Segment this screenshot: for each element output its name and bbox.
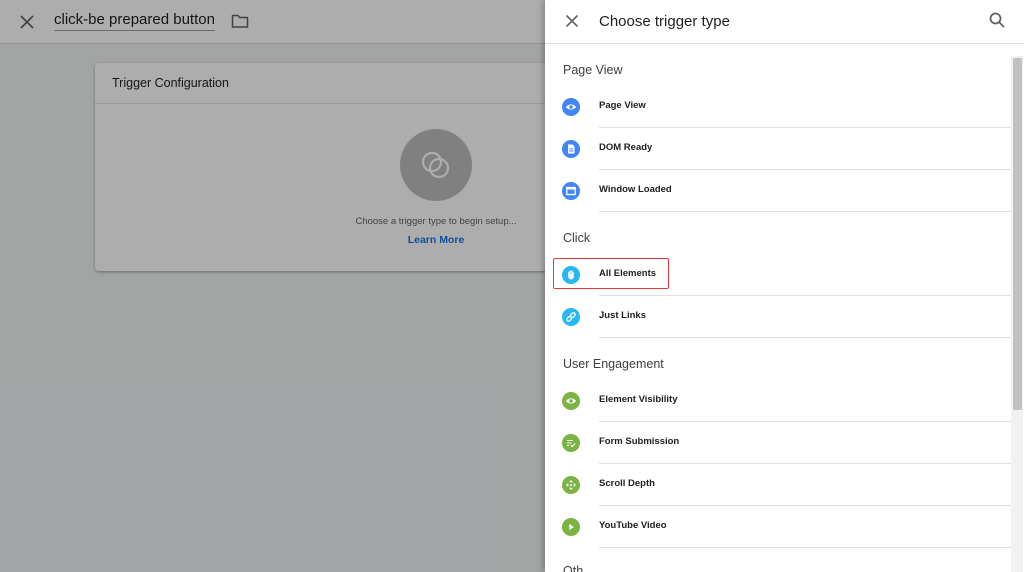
move-arrows-icon	[562, 476, 580, 494]
section-click: Click	[563, 231, 591, 245]
trigger-option-dom-ready[interactable]: DOM Ready	[555, 128, 1011, 170]
search-icon[interactable]	[988, 11, 1006, 29]
eye-icon	[562, 392, 580, 410]
scrollbar-thumb[interactable]	[1013, 58, 1022, 410]
trigger-option-youtube-video[interactable]: YouTube Video	[555, 506, 1011, 548]
trigger-option-form-submission[interactable]: Form Submission	[555, 422, 1011, 464]
trigger-option-just-links[interactable]: Just Links	[555, 296, 1011, 338]
trigger-option-window-loaded[interactable]: Window Loaded	[555, 170, 1011, 212]
form-icon	[562, 434, 580, 452]
trigger-option-element-visibility[interactable]: Element Visibility	[555, 380, 1011, 422]
section-page-view: Page View	[563, 63, 623, 77]
divider	[599, 211, 1011, 212]
trigger-option-label: Form Submission	[599, 436, 680, 447]
modal-scrim[interactable]	[0, 0, 545, 572]
selection-highlight-box	[553, 258, 669, 289]
trigger-option-label: Page View	[599, 100, 646, 111]
trigger-option-label: Element Visibility	[599, 394, 678, 405]
trigger-option-label: Window Loaded	[599, 184, 672, 195]
eye-icon	[562, 98, 580, 116]
trigger-option-page-view[interactable]: Page View	[555, 86, 1011, 128]
drawer-header: Choose trigger type	[545, 0, 1024, 44]
trigger-option-label: YouTube Video	[599, 520, 667, 531]
section-user-engagement: User Engagement	[563, 357, 664, 371]
trigger-option-label: Scroll Depth	[599, 478, 655, 489]
divider	[599, 337, 1011, 338]
trigger-option-label: DOM Ready	[599, 142, 653, 153]
link-icon	[562, 308, 580, 326]
trigger-option-label: Just Links	[599, 310, 646, 321]
close-icon[interactable]	[563, 12, 581, 30]
choose-trigger-type-drawer: Choose trigger type Page View Page View …	[545, 0, 1024, 572]
play-icon	[562, 518, 580, 536]
divider	[599, 547, 1011, 548]
drawer-title: Choose trigger type	[599, 13, 730, 30]
trigger-option-scroll-depth[interactable]: Scroll Depth	[555, 464, 1011, 506]
document-icon	[562, 140, 580, 158]
section-other-peek: Oth	[563, 564, 584, 572]
window-icon	[562, 182, 580, 200]
